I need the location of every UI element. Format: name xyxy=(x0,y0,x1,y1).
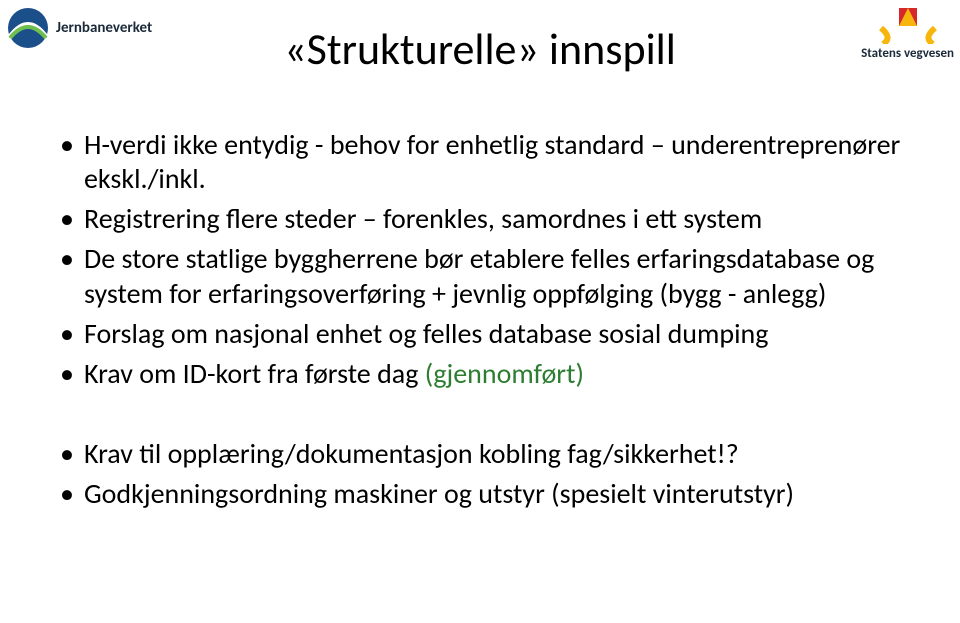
list-item-idkort: Krav om ID-kort fra første dag (gjennomf… xyxy=(56,357,904,391)
idkort-prefix: Krav om ID-kort fra første dag xyxy=(84,356,425,391)
idkort-suffix: (gjennomført) xyxy=(425,356,584,391)
page-title: «Strukturelle» innspill xyxy=(0,22,960,76)
bullet-list-bottom: Krav til opplæring/dokumentasjon kobling… xyxy=(56,437,904,511)
list-item: Godkjenningsordning maskiner og utstyr (… xyxy=(56,477,904,511)
list-item: H-verdi ikke entydig - behov for enhetli… xyxy=(56,128,904,196)
list-item: Krav til opplæring/dokumentasjon kobling… xyxy=(56,437,904,471)
list-item: De store statlige byggherrene bør etable… xyxy=(56,242,904,310)
list-item: Registrering flere steder – forenkles, s… xyxy=(56,202,904,236)
bullet-list-top: H-verdi ikke entydig - behov for enhetli… xyxy=(56,128,904,391)
slide-content: H-verdi ikke entydig - behov for enhetli… xyxy=(56,128,904,517)
list-item: Forslag om nasjonal enhet og felles data… xyxy=(56,317,904,351)
